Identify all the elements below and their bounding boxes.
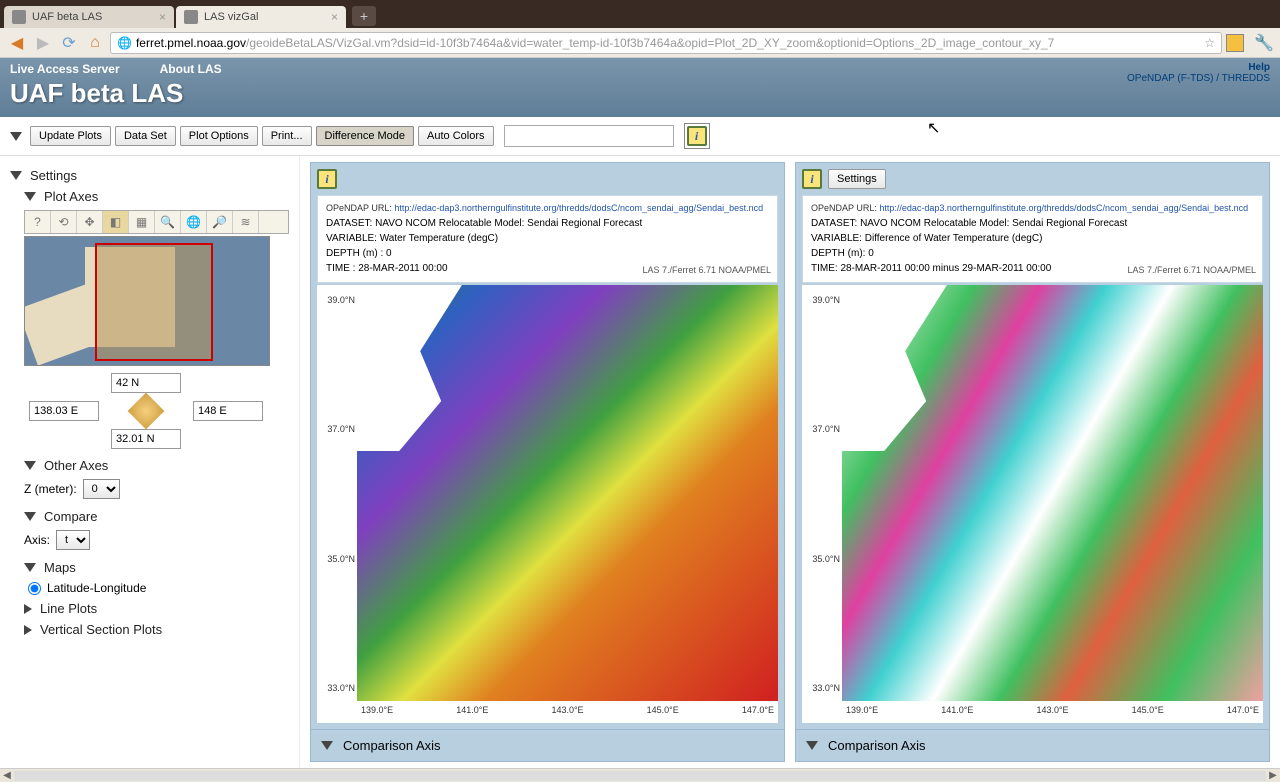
west-input[interactable] — [29, 401, 99, 421]
x-axis: 139.0°E141.0°E143.0°E145.0°E147.0°E — [357, 701, 778, 723]
y-axis: 39.0°N37.0°N35.0°N33.0°N — [317, 285, 357, 724]
tab-title: LAS vizGal — [204, 11, 258, 23]
plot-canvas — [842, 285, 1263, 702]
z-select[interactable]: 0 — [83, 479, 120, 499]
y-axis: 39.0°N37.0°N35.0°N33.0°N — [802, 285, 842, 724]
plot-image-1[interactable]: 39.0°N37.0°N35.0°N33.0°N 139.0°E141.0°E1… — [317, 285, 778, 724]
url-domain: ferret.pmel.noaa.gov — [136, 36, 246, 50]
variable-label: VARIABLE: Water Temperature (degC) — [326, 231, 769, 246]
wrench-icon[interactable]: 🔧 — [1254, 33, 1274, 53]
info-button[interactable]: i — [684, 123, 710, 149]
select-tool-icon[interactable]: ◧ — [103, 211, 129, 233]
opendap-thredds-link[interactable]: OPeNDAP (F-TDS) / THREDDS — [1127, 73, 1270, 84]
z-label: Z (meter): — [24, 482, 77, 496]
coord-inputs — [24, 370, 289, 452]
help-link[interactable]: Help — [1127, 62, 1270, 73]
back-button[interactable]: ◀ — [6, 32, 28, 54]
link-live-access[interactable]: Live Access Server — [10, 62, 120, 76]
plot-metadata-1: OPeNDAP URL: http://edac-dap3.northerngu… — [317, 195, 778, 283]
update-plots-button[interactable]: Update Plots — [30, 126, 111, 146]
north-input[interactable] — [111, 373, 181, 393]
dataset-label: DATASET: NAVO NCOM Relocatable Model: Se… — [811, 216, 1254, 231]
vertical-section-header[interactable]: Vertical Section Plots — [24, 622, 289, 637]
latlon-radio[interactable] — [28, 582, 41, 595]
south-input[interactable] — [111, 429, 181, 449]
new-tab-button[interactable]: + — [352, 6, 376, 26]
plot-container: i OPeNDAP URL: http://edac-dap3.northern… — [300, 156, 1280, 768]
url-path: /geoideBetaLAS/VizGal.vm?dsid=id-10f3b74… — [246, 36, 1200, 50]
favicon-icon — [184, 10, 198, 24]
settings-header[interactable]: Settings — [10, 168, 289, 183]
close-icon[interactable]: × — [331, 10, 338, 24]
tab-title: UAF beta LAS — [32, 11, 102, 23]
axis-select[interactable]: t — [56, 530, 90, 550]
browser-nav-bar: ◀ ▶ ⟳ ⌂ 🌐 ferret.pmel.noaa.gov /geoideBe… — [0, 28, 1280, 58]
auto-colors-button[interactable]: Auto Colors — [418, 126, 493, 146]
info-icon[interactable]: i — [317, 169, 337, 189]
help-tool-icon[interactable]: ? — [25, 211, 51, 233]
layers-tool-icon[interactable]: ≋ — [233, 211, 259, 233]
comparison-axis-header-2[interactable]: Comparison Axis — [796, 729, 1269, 761]
zoom-tool-icon[interactable]: 🔍 — [155, 211, 181, 233]
search-input[interactable] — [504, 125, 674, 147]
latlon-label: Latitude-Longitude — [47, 581, 146, 595]
depth-label: DEPTH (m) : 0 — [326, 246, 769, 261]
extension-icon[interactable] — [1226, 34, 1244, 52]
opendap-link[interactable]: http://edac-dap3.northerngulfinstitute.o… — [879, 203, 1248, 213]
other-axes-header[interactable]: Other Axes — [24, 458, 289, 473]
comparison-axis-header-1[interactable]: Comparison Axis — [311, 729, 784, 761]
maps-header[interactable]: Maps — [24, 560, 289, 575]
plot-image-2[interactable]: 39.0°N37.0°N35.0°N33.0°N 139.0°E141.0°E1… — [802, 285, 1263, 724]
depth-label: DEPTH (m): 0 — [811, 246, 1254, 261]
dataset-label: DATASET: NAVO NCOM Relocatable Model: Se… — [326, 216, 769, 231]
plot-panel-1: i OPeNDAP URL: http://edac-dap3.northern… — [310, 162, 785, 762]
dataset-button[interactable]: Data Set — [115, 126, 176, 146]
minimap[interactable] — [24, 236, 270, 366]
x-axis: 139.0°E141.0°E143.0°E145.0°E147.0°E — [842, 701, 1263, 723]
url-bar[interactable]: 🌐 ferret.pmel.noaa.gov /geoideBetaLAS/Vi… — [110, 32, 1222, 54]
home-button[interactable]: ⌂ — [84, 32, 106, 54]
plot-panel-2: i Settings OPeNDAP URL: http://edac-dap3… — [795, 162, 1270, 762]
toolbar: Update Plots Data Set Plot Options Print… — [0, 117, 1280, 156]
plot-axes-header[interactable]: Plot Axes — [24, 189, 289, 204]
browser-tab[interactable]: UAF beta LAS × — [4, 6, 174, 28]
opendap-link[interactable]: http://edac-dap3.northerngulfinstitute.o… — [394, 203, 763, 213]
region-tool-icon[interactable]: ▦ — [129, 211, 155, 233]
panel-settings-button[interactable]: Settings — [828, 169, 886, 189]
globe-tool-icon[interactable]: 🌐 — [181, 211, 207, 233]
plot-metadata-2: OPeNDAP URL: http://edac-dap3.northerngu… — [802, 195, 1263, 283]
reset-tool-icon[interactable]: ⟲ — [51, 211, 77, 233]
compare-header[interactable]: Compare — [24, 509, 289, 524]
plot-options-button[interactable]: Plot Options — [180, 126, 258, 146]
browser-tab-active[interactable]: LAS vizGal × — [176, 6, 346, 28]
forward-button[interactable]: ▶ — [32, 32, 54, 54]
app-header: Live Access Server About LAS UAF beta LA… — [0, 58, 1280, 117]
line-plots-header[interactable]: Line Plots — [24, 601, 289, 616]
horizontal-scrollbar[interactable]: ◀ ▶ — [0, 768, 1280, 782]
close-icon[interactable]: × — [159, 10, 166, 24]
print-button[interactable]: Print... — [262, 126, 312, 146]
page-title: UAF beta LAS — [10, 78, 1270, 109]
compass-icon — [128, 393, 165, 430]
axis-label: Axis: — [24, 533, 50, 547]
globe-icon: 🌐 — [117, 36, 132, 50]
difference-mode-button[interactable]: Difference Mode — [316, 126, 415, 146]
sidebar: Settings Plot Axes ? ⟲ ✥ ◧ ▦ 🔍 🌐 🔎 ≋ — [0, 156, 300, 768]
reload-button[interactable]: ⟳ — [58, 32, 80, 54]
variable-label: VARIABLE: Difference of Water Temperatur… — [811, 231, 1254, 246]
credit-label: LAS 7./Ferret 6.71 NOAA/PMEL — [1127, 264, 1256, 278]
pan-tool-icon[interactable]: ✥ — [77, 211, 103, 233]
bookmark-icon[interactable]: ☆ — [1204, 36, 1215, 50]
favicon-icon — [12, 10, 26, 24]
browser-tab-strip: UAF beta LAS × LAS vizGal × + — [0, 0, 1280, 28]
info-icon: i — [687, 126, 707, 146]
east-input[interactable] — [193, 401, 263, 421]
map-toolbar: ? ⟲ ✥ ◧ ▦ 🔍 🌐 🔎 ≋ — [24, 210, 289, 234]
link-about-las[interactable]: About LAS — [160, 62, 222, 76]
credit-label: LAS 7./Ferret 6.71 NOAA/PMEL — [642, 264, 771, 278]
plot-canvas — [357, 285, 778, 702]
collapse-icon[interactable] — [10, 132, 22, 141]
zoomout-tool-icon[interactable]: 🔎 — [207, 211, 233, 233]
info-icon[interactable]: i — [802, 169, 822, 189]
